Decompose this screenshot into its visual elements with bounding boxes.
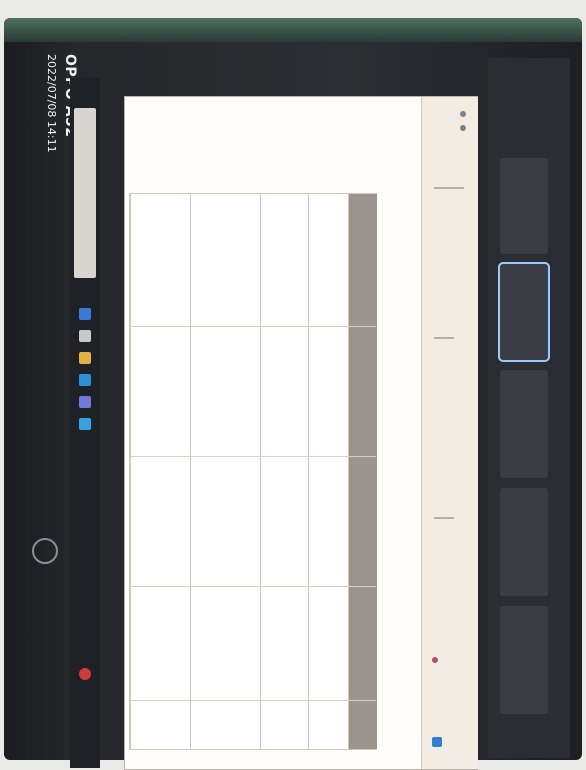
table-header-column [348,194,377,749]
app-icon[interactable] [79,374,91,386]
participant-tile[interactable] [498,262,550,362]
share-icon[interactable] [432,737,442,747]
windows-start-icon[interactable] [32,538,58,564]
watermark-datetime: 2022/07/08 14:11 [45,54,58,153]
browser-toolbar [421,97,478,769]
participant-tile[interactable] [500,488,548,596]
table-row-divider [130,326,376,327]
table-row-divider [130,700,376,701]
participant-tile[interactable] [500,370,548,478]
app-icon[interactable] [79,352,91,364]
document-page [125,97,421,769]
table-column [308,194,349,749]
app-icon[interactable] [79,308,91,320]
app-icon[interactable] [79,418,91,430]
account-icon[interactable] [432,657,438,663]
taskbar [70,78,100,768]
table-row-divider [130,456,376,457]
monitor-bezel [4,18,582,42]
table-column [130,194,191,749]
window-control-icon[interactable] [460,125,466,131]
taskbar-search-box[interactable] [74,108,96,278]
photographed-monitor: OPPO A52 2022/07/08 14:11 [4,18,582,770]
window-control-icon[interactable] [460,111,466,117]
app-icon[interactable] [79,330,91,342]
address-bar[interactable] [434,187,464,189]
table-column [260,194,309,749]
app-icon[interactable] [79,668,91,680]
meeting-panel [488,58,570,758]
toolbar-separator [434,337,454,339]
participant-tile[interactable] [500,158,548,254]
document-table [129,193,377,750]
toolbar-separator [434,517,454,519]
participant-tile[interactable] [500,606,548,714]
table-column [190,194,261,749]
app-icon[interactable] [79,396,91,408]
browser-window [124,96,478,770]
table-row-divider [130,586,376,587]
